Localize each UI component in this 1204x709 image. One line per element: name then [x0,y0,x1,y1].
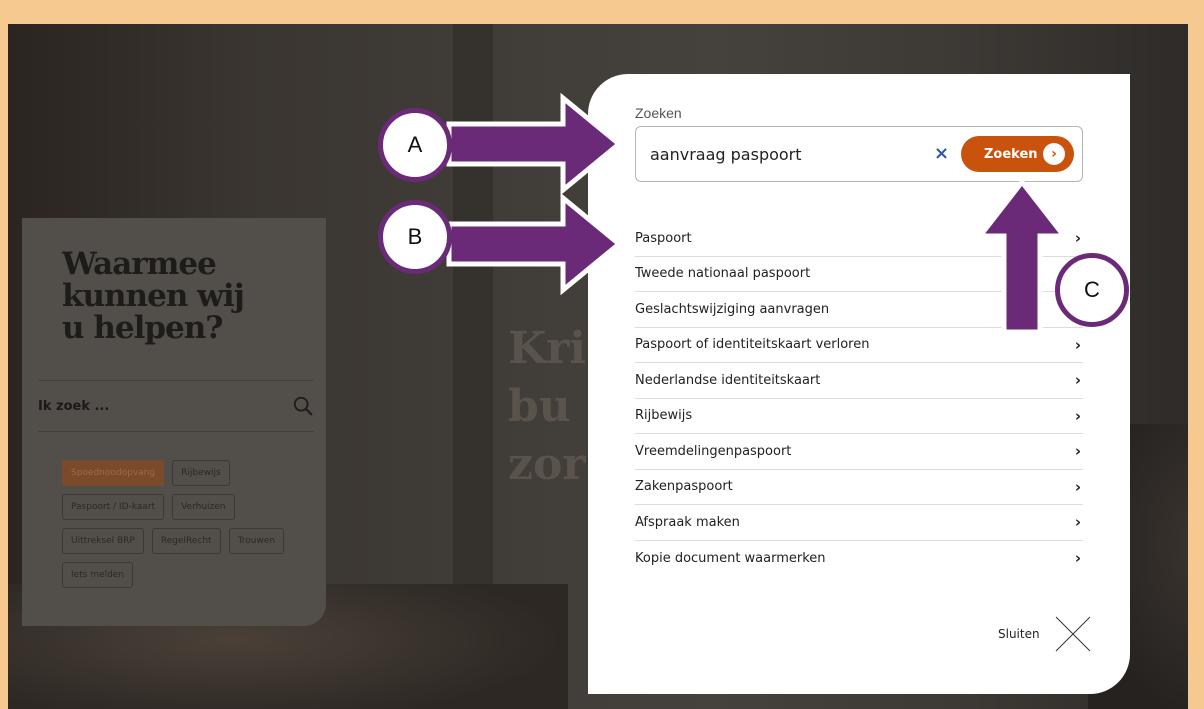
search-input[interactable] [650,144,930,164]
suggestion-label: Zakenpaspoort [635,479,733,495]
suggestion-label: Nederlandse identiteitskaart [635,372,821,388]
close-label: Sluiten [998,627,1040,641]
suggestion-label: Paspoort [635,230,692,246]
chevron-right-icon: › [1074,549,1081,568]
search-modal: Zoeken × Zoeken › Paspoort › Tweede nation… [588,74,1130,694]
arrow-c-icon [974,178,1070,335]
suggestion-item[interactable]: Afspraak maken › [635,505,1083,541]
search-submit-label: Zoeken [984,146,1038,162]
callout-c-label: C [1084,277,1100,302]
search-box: × Zoeken › [635,126,1083,182]
help-panel: Waarmee kunnen wij u helpen? Ik zoek ...… [22,218,326,626]
chevron-right-icon: › [1074,229,1081,248]
hero-heading: Kri bu zor [508,323,587,490]
help-panel-title: Waarmee kunnen wij u helpen? [62,246,245,346]
arrow-b-icon [446,192,623,296]
search-label: Zoeken [635,105,682,121]
suggestion-label: Paspoort of identiteitskaart verloren [635,337,870,353]
chevron-right-icon: › [1074,335,1081,354]
suggestion-item[interactable]: Rijbewijs › [635,399,1083,434]
suggestion-label: Geslachtswijziging aanvragen [635,301,830,317]
help-search-field[interactable]: Ik zoek ... [38,380,314,432]
quick-link-tag[interactable]: Verhuizen [172,494,235,520]
quick-link-tag[interactable]: Spoednoodopvang [62,460,165,486]
chevron-right-icon: › [1074,371,1081,390]
suggestion-item[interactable]: Kopie document waarmerken › [635,541,1083,577]
chevron-right-icon: › [1074,513,1081,532]
quick-link-tag[interactable]: RegelRecht [151,528,221,554]
chevron-right-icon: › [1043,143,1065,165]
quick-link-tag[interactable]: Iets melden [62,562,134,588]
quick-link-tag[interactable]: Rijbewijs [172,460,230,486]
close-icon [1055,616,1090,652]
clear-search-icon[interactable]: × [934,143,949,164]
suggestion-item[interactable]: Vreemdelingenpaspoort › [635,434,1083,470]
chevron-right-icon: › [1074,442,1081,461]
callout-a-label: A [407,132,423,157]
search-icon[interactable] [292,395,314,417]
suggestion-label: Vreemdelingenpaspoort [635,443,792,459]
quick-links: Spoednoodopvang Rijbewijs Paspoort / ID-ka… [62,460,292,588]
help-search-placeholder: Ik zoek ... [38,398,110,414]
suggestion-label: Rijbewijs [635,408,693,424]
suggestion-label: Afspraak maken [635,514,740,530]
suggestion-item[interactable]: Nederlandse identiteitskaart › [635,363,1083,399]
suggestion-label: Kopie document waarmerken [635,550,826,566]
quick-link-tag[interactable]: Paspoort / ID-kaart [62,494,165,520]
suggestion-item[interactable]: Zakenpaspoort › [635,470,1083,505]
chevron-right-icon: › [1074,477,1081,496]
chevron-right-icon: › [1074,406,1081,425]
close-button[interactable]: Sluiten [998,615,1092,653]
arrow-a-icon [446,92,623,196]
quick-link-tag[interactable]: Uittreksel BRP [62,528,144,554]
suggestion-label: Tweede nationaal paspoort [635,266,811,282]
search-submit-button[interactable]: Zoeken › [961,136,1074,172]
callout-b: B [378,200,452,274]
quick-link-tag[interactable]: Trouwen [228,528,285,554]
callout-b-label: B [407,224,423,249]
callout-a: A [378,108,452,182]
callout-c: C [1055,253,1129,327]
